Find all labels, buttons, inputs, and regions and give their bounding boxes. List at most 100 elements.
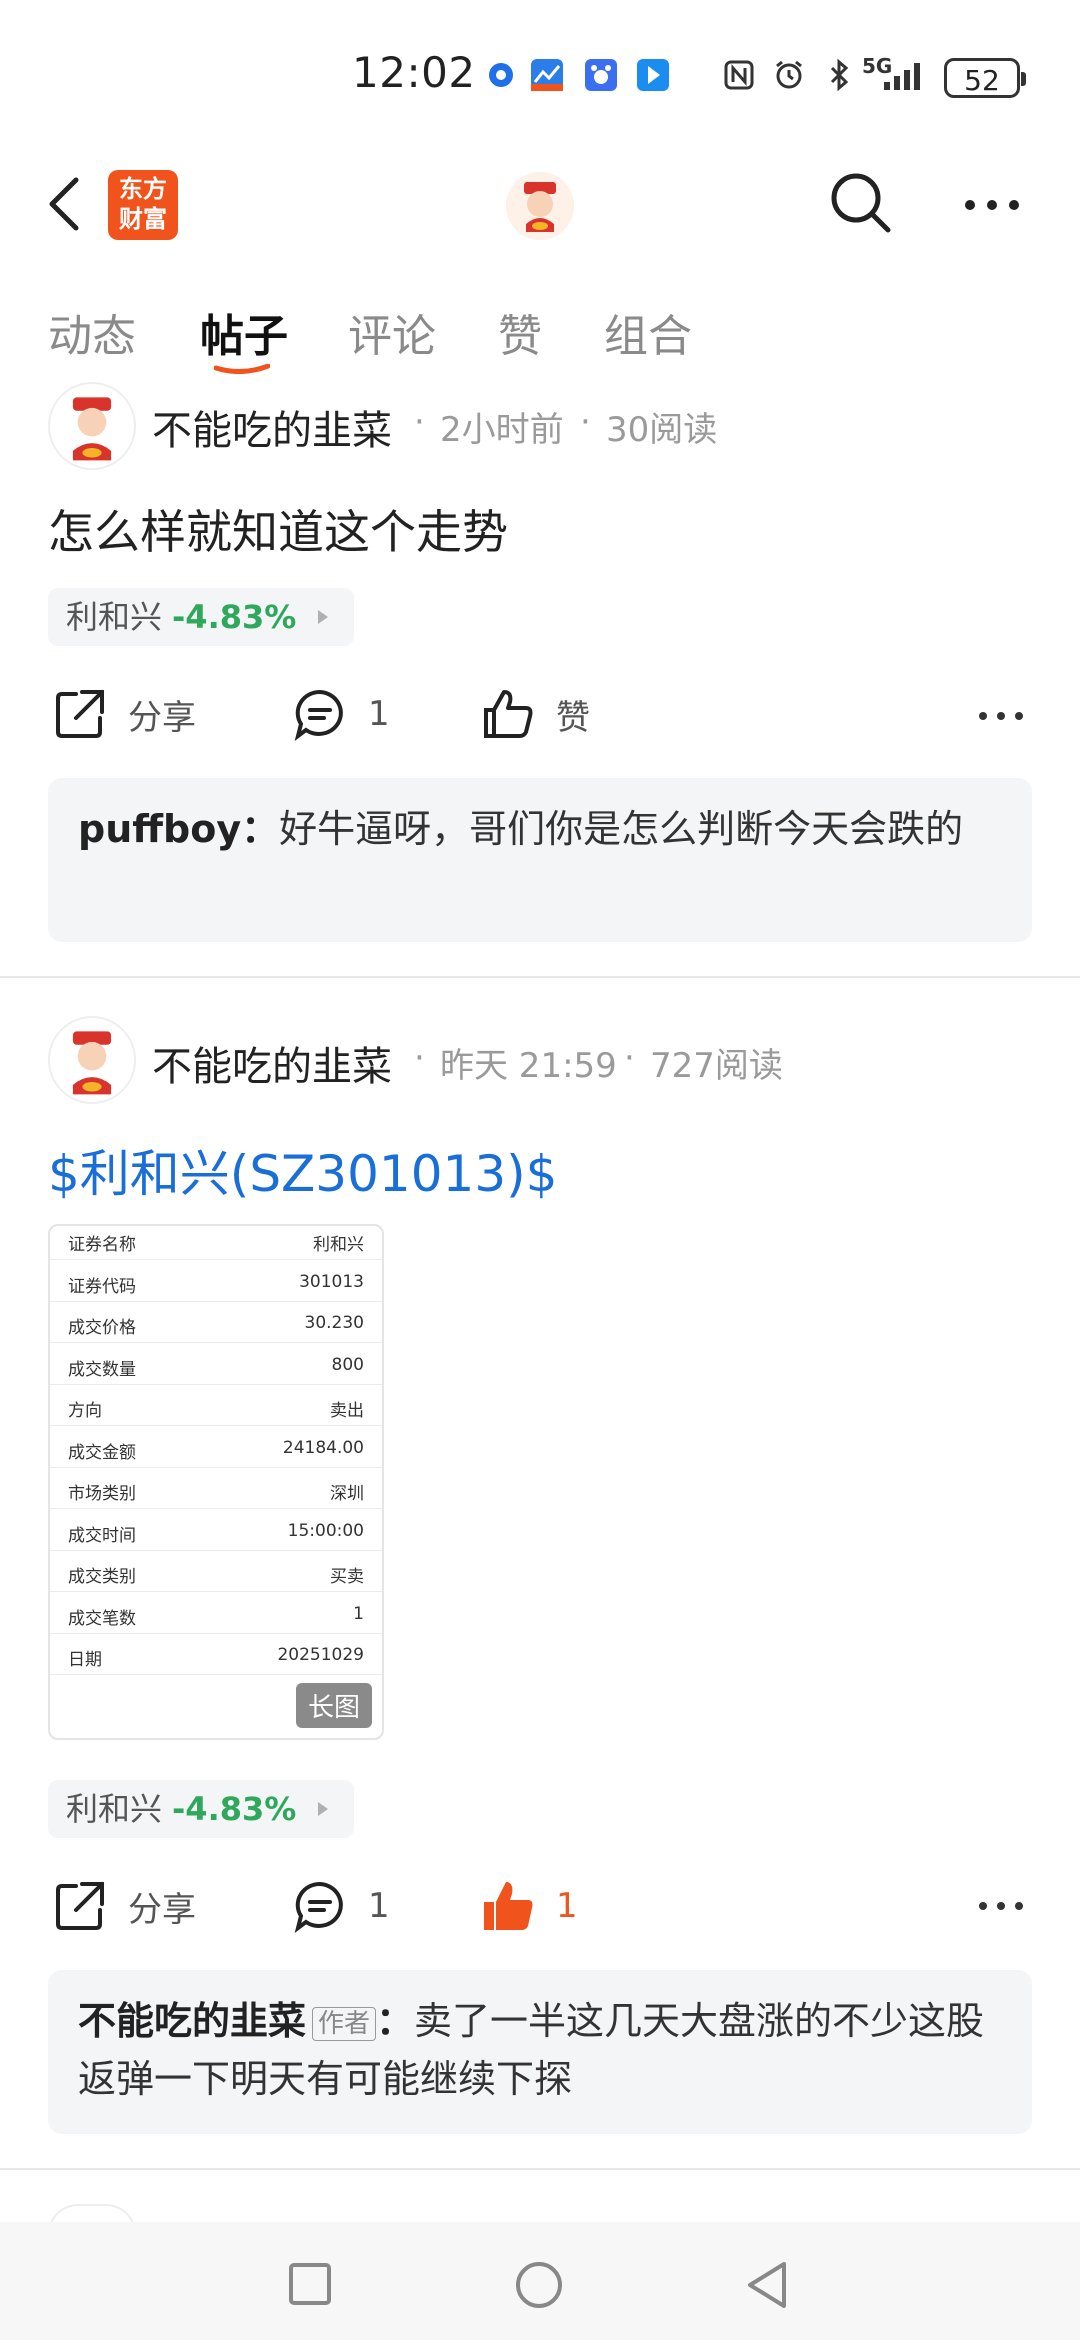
table-row: 证券名称 利和兴 — [50, 1226, 382, 1260]
app-logo[interactable]: 东方财富 — [108, 170, 178, 240]
share-label: 分享 — [128, 697, 196, 738]
baidu-icon — [585, 59, 617, 91]
system-nav-bar — [0, 2222, 1080, 2340]
battery-indicator: 52 — [944, 58, 1026, 98]
trade-field-value: 30.230 — [304, 1313, 364, 1333]
stock-name: 利和兴 — [66, 1790, 163, 1828]
table-row: 成交笔数 1 — [50, 1592, 382, 1634]
recent-apps-button[interactable] — [288, 2262, 332, 2306]
stock-name: 利和兴 — [66, 598, 163, 636]
post-author[interactable]: 不能吃的韭菜 — [152, 398, 392, 456]
like-button[interactable]: 1 — [480, 1878, 578, 1934]
share-app-icon — [637, 59, 669, 91]
alarm-icon — [776, 60, 802, 89]
comment-separator: ： — [376, 1999, 415, 2043]
comment-button[interactable]: 1 — [292, 686, 390, 742]
share-button[interactable]: 分享 — [52, 1878, 196, 1934]
more-horizontal-icon[interactable] — [962, 190, 1022, 220]
comment-preview[interactable]: puffboy：好牛逼呀，哥们你是怎么判断今天会跌的 — [48, 778, 1032, 942]
share-button[interactable]: 分享 — [52, 686, 196, 742]
stock-link-title[interactable]: $利和兴(SZ301013)$ — [48, 1134, 558, 1206]
avatar[interactable] — [48, 1016, 136, 1104]
share-icon — [56, 690, 104, 738]
meta-separator: · — [624, 1038, 635, 1078]
active-tab-indicator — [214, 364, 270, 374]
share-icon — [56, 1882, 104, 1930]
post-more-icon[interactable] — [977, 1898, 1025, 1914]
commenter-name[interactable]: 不能吃的韭菜 — [78, 1999, 306, 2043]
trade-record-image[interactable]: 证券名称 利和兴 证券代码 301013 成交价格 30.230 成交数量 800 方向 卖出 成交… — [48, 1224, 384, 1740]
post-author[interactable]: 不能吃的韭菜 — [152, 1034, 392, 1092]
trade-field-label: 成交笔数 — [68, 1608, 136, 1629]
back-nav-button[interactable] — [744, 2260, 790, 2310]
trade-field-value: 深圳 — [330, 1484, 364, 1504]
commenter-name[interactable]: puffboy — [78, 807, 241, 851]
post-time: 昨天 21:59 — [440, 1046, 617, 1086]
trade-field-value: 301013 — [299, 1271, 364, 1292]
like-label: 赞 — [556, 697, 590, 738]
comment-icon — [294, 1881, 343, 1933]
trade-field-label: 成交价格 — [68, 1318, 136, 1338]
stock-change: -4.83% — [172, 598, 297, 636]
avatar[interactable] — [48, 382, 136, 470]
trade-field-value: 15:00:00 — [287, 1520, 364, 1541]
trade-field-value: 20251029 — [277, 1645, 364, 1665]
god-of-wealth-avatar[interactable] — [506, 172, 574, 240]
comment-text: 好牛逼呀，哥们你是怎么判断今天会跌的 — [279, 807, 964, 851]
trade-field-value: 卖出 — [330, 1401, 364, 1421]
tab-comments[interactable]: 评论 — [348, 300, 436, 364]
trade-field-label: 日期 — [68, 1650, 102, 1670]
author-tag: 作者 — [312, 2006, 377, 2041]
signal-icon — [884, 63, 920, 90]
comment-count: 1 — [368, 694, 390, 734]
trade-field-label: 成交金额 — [68, 1442, 136, 1463]
post-time: 2小时前 — [440, 410, 564, 450]
comment-separator: ： — [241, 807, 280, 851]
trade-field-value: 利和兴 — [313, 1235, 364, 1255]
meta-separator: · — [414, 1038, 425, 1078]
meta-separator: · — [580, 402, 591, 442]
post-read-count: 727阅读 — [650, 1046, 783, 1086]
trade-field-value: 买卖 — [330, 1567, 364, 1587]
like-button[interactable]: 赞 — [480, 686, 590, 742]
trade-field-label: 成交数量 — [68, 1359, 136, 1380]
thumbs-up-filled-icon — [484, 1882, 533, 1930]
tab-likes[interactable]: 赞 — [498, 300, 542, 364]
table-row: 成交时间 15:00:00 — [50, 1509, 382, 1551]
like-count: 1 — [556, 1886, 578, 1926]
table-row: 市场类别 深圳 — [50, 1467, 382, 1509]
comment-button[interactable]: 1 — [292, 1878, 390, 1934]
trade-field-label: 证券名称 — [68, 1235, 136, 1255]
status-time: 12:02 — [352, 48, 476, 97]
comment-icon — [294, 689, 343, 741]
long-image-tag: 长图 — [295, 1683, 372, 1728]
home-button[interactable] — [514, 2260, 564, 2310]
comment-count: 1 — [368, 1886, 390, 1926]
table-row: 成交数量 800 — [50, 1343, 382, 1385]
post-title[interactable]: 怎么样就知道这个走势 — [48, 496, 508, 562]
stock-chip[interactable]: 利和兴 -4.83% — [48, 1780, 354, 1838]
trade-field-value: 24184.00 — [282, 1437, 364, 1458]
trade-field-value: 1 — [353, 1603, 364, 1624]
post-divider — [0, 2168, 1080, 2170]
trade-field-value: 800 — [331, 1354, 364, 1375]
trade-field-label: 证券代码 — [68, 1276, 136, 1297]
trade-field-label: 方向 — [68, 1401, 102, 1421]
table-row: 成交价格 30.230 — [50, 1301, 382, 1343]
comment-preview[interactable]: 不能吃的韭菜 作者 ：卖了一半这几天大盘涨的不少这股返弹一下明天有可能继续下探 — [48, 1970, 1032, 2134]
share-label: 分享 — [128, 1889, 196, 1930]
tab-portfolio[interactable]: 组合 — [604, 300, 692, 364]
search-icon[interactable] — [826, 168, 896, 238]
browser-icon — [489, 63, 513, 87]
table-row: 成交类别 买卖 — [50, 1550, 382, 1592]
trade-field-label: 成交时间 — [68, 1525, 136, 1546]
post-more-icon[interactable] — [977, 708, 1025, 724]
back-button[interactable] — [36, 168, 96, 240]
chevron-right-icon — [318, 610, 328, 624]
tab-dynamic[interactable]: 动态 — [48, 300, 136, 364]
post-read-count: 30阅读 — [606, 410, 718, 450]
stock-chip[interactable]: 利和兴 -4.83% — [48, 588, 354, 646]
meta-separator: · — [414, 402, 425, 442]
tab-posts[interactable]: 帖子 — [200, 300, 288, 364]
bluetooth-icon — [830, 58, 849, 92]
